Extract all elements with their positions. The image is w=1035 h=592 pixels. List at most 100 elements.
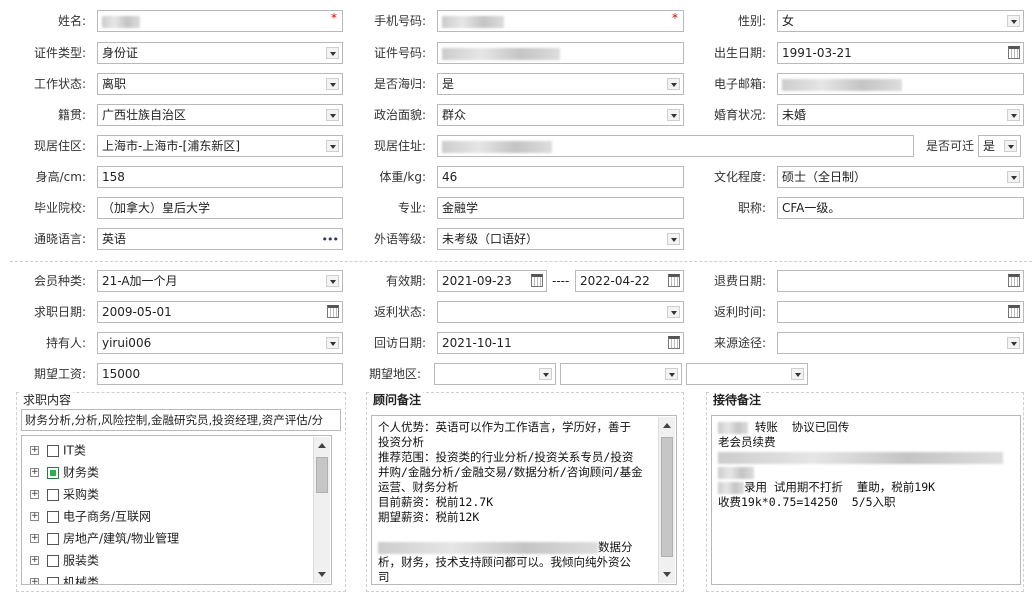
weight-field[interactable]: 46	[437, 166, 684, 188]
holder-select[interactable]: yirui006	[97, 332, 343, 354]
chevron-down-icon[interactable]	[326, 337, 339, 349]
tree-item[interactable]: + 服装类	[30, 550, 99, 570]
expand-icon[interactable]: +	[30, 534, 39, 543]
chevron-down-icon[interactable]	[667, 306, 680, 318]
phone-field[interactable]: *	[437, 10, 684, 32]
name-field[interactable]: *	[97, 10, 343, 32]
expand-icon[interactable]: +	[30, 556, 39, 565]
rebate-time-label: 返利时间:	[713, 305, 766, 319]
job-category-tree[interactable]: + IT类 + 财务类 + 采购类 + 电子商务/互联网 + 房地产/建筑/物业管理 + 服…	[21, 435, 332, 585]
chevron-down-icon[interactable]	[1007, 171, 1020, 183]
chevron-down-icon[interactable]	[326, 47, 339, 59]
visit-date-field[interactable]: 2021-10-11	[437, 332, 684, 354]
calendar-icon[interactable]	[1008, 274, 1020, 287]
checkbox-checked[interactable]	[47, 466, 59, 479]
tree-item[interactable]: + 采购类	[30, 484, 99, 504]
refund-date-field[interactable]	[777, 270, 1024, 292]
job-title-value: CFA一级。	[782, 201, 841, 215]
job-title-field[interactable]: CFA一级。	[777, 197, 1024, 219]
expand-icon[interactable]: +	[30, 468, 39, 477]
birth-date-field[interactable]: 1991-03-21	[777, 42, 1024, 64]
scroll-down-icon[interactable]	[318, 572, 326, 577]
region-select-1[interactable]	[434, 363, 556, 385]
rebate-time-field[interactable]	[777, 301, 1024, 323]
chevron-down-icon[interactable]	[326, 275, 339, 287]
chevron-down-icon[interactable]	[326, 78, 339, 90]
scroll-up-icon[interactable]	[318, 443, 326, 448]
chevron-down-icon[interactable]	[326, 140, 339, 152]
id-type-select[interactable]: 身份证	[97, 42, 343, 64]
calendar-icon[interactable]	[668, 274, 680, 287]
scrollbar[interactable]	[313, 437, 330, 583]
region-select-2[interactable]	[560, 363, 682, 385]
checkbox[interactable]	[47, 576, 59, 584]
district-select[interactable]: 上海市-上海市-[浦东新区]	[97, 135, 343, 157]
scroll-down-icon[interactable]	[663, 572, 671, 577]
language-picker[interactable]: 英语 •••	[97, 228, 343, 250]
chevron-down-icon[interactable]	[791, 368, 804, 380]
expand-icon[interactable]: +	[30, 512, 39, 521]
checkbox[interactable]	[47, 488, 59, 501]
more-icon[interactable]: •••	[322, 230, 339, 249]
chevron-down-icon[interactable]	[665, 368, 678, 380]
chevron-down-icon[interactable]	[1007, 337, 1020, 349]
visit-date-label: 回访日期:	[373, 336, 426, 350]
gender-select[interactable]: 女	[777, 10, 1024, 32]
tree-item[interactable]: + 电子商务/互联网	[30, 506, 151, 526]
native-select[interactable]: 广西壮族自治区	[97, 104, 343, 126]
chevron-down-icon[interactable]	[667, 109, 680, 121]
valid-to-field[interactable]: 2022-04-22	[575, 270, 684, 292]
chevron-down-icon[interactable]	[326, 109, 339, 121]
advisor-notes-textarea[interactable]: 个人优势：英语可以作为工作语言，学历好，善于 投资分析 推荐范围：投资类的行业分…	[371, 415, 677, 585]
valid-from-field[interactable]: 2021-09-23	[437, 270, 547, 292]
source-select[interactable]	[777, 332, 1024, 354]
education-select[interactable]: 硕士（全日制）	[777, 166, 1024, 188]
school-field[interactable]: （加拿大）皇后大学	[97, 197, 343, 219]
tree-item[interactable]: + 财务类	[30, 462, 99, 482]
member-type-select[interactable]: 21-A加一个月	[97, 270, 343, 292]
checkbox[interactable]	[47, 444, 59, 457]
expand-icon[interactable]: +	[30, 446, 39, 455]
calendar-icon[interactable]	[1008, 305, 1020, 318]
region-select-3[interactable]	[686, 363, 808, 385]
scroll-up-icon[interactable]	[663, 423, 671, 428]
work-status-select[interactable]: 离职	[97, 73, 343, 95]
scrollbar[interactable]	[658, 417, 675, 583]
tree-label: 房地产/建筑/物业管理	[63, 531, 180, 546]
reception-notes-textarea[interactable]: 转账 协议已回传 老会员续费 录用 试用期不打折 董助，税前19K 收费19k*0.7…	[711, 415, 1021, 585]
relocate-select[interactable]: 是	[978, 135, 1021, 157]
chevron-down-icon[interactable]	[1007, 15, 1020, 27]
rebate-status-select[interactable]	[437, 301, 684, 323]
marital-select[interactable]: 未婚	[777, 104, 1024, 126]
height-field[interactable]: 158	[97, 166, 343, 188]
calendar-icon[interactable]	[531, 274, 543, 287]
chevron-down-icon[interactable]	[667, 78, 680, 90]
chevron-down-icon[interactable]	[1007, 109, 1020, 121]
tree-item[interactable]: + IT类	[30, 440, 86, 460]
job-date-field[interactable]: 2009-05-01	[97, 301, 343, 323]
email-field[interactable]	[777, 73, 1024, 95]
id-no-field[interactable]	[437, 42, 684, 64]
scroll-thumb[interactable]	[661, 437, 673, 557]
scroll-thumb[interactable]	[316, 457, 328, 493]
address-field[interactable]	[437, 135, 914, 157]
chevron-down-icon[interactable]	[539, 368, 552, 380]
lang-level-select[interactable]: 未考级（口语好）	[437, 228, 684, 250]
tree-item[interactable]: + 机械类	[30, 572, 99, 584]
job-summary-field[interactable]: 财务分析,分析,风险控制,金融研究员,投资经理,资产评估/分	[21, 409, 341, 431]
checkbox[interactable]	[47, 554, 59, 567]
calendar-icon[interactable]	[327, 305, 339, 318]
tree-item[interactable]: + 房地产/建筑/物业管理	[30, 528, 179, 548]
chevron-down-icon[interactable]	[1004, 140, 1017, 152]
overseas-select[interactable]: 是	[437, 73, 684, 95]
calendar-icon[interactable]	[668, 336, 680, 349]
expand-icon[interactable]: +	[30, 490, 39, 499]
expand-icon[interactable]: +	[30, 578, 39, 584]
salary-field[interactable]: 15000	[97, 363, 343, 385]
chevron-down-icon[interactable]	[667, 233, 680, 245]
checkbox[interactable]	[47, 532, 59, 545]
checkbox[interactable]	[47, 510, 59, 523]
political-select[interactable]: 群众	[437, 104, 684, 126]
major-field[interactable]: 金融学	[437, 197, 684, 219]
calendar-icon[interactable]	[1008, 46, 1020, 59]
